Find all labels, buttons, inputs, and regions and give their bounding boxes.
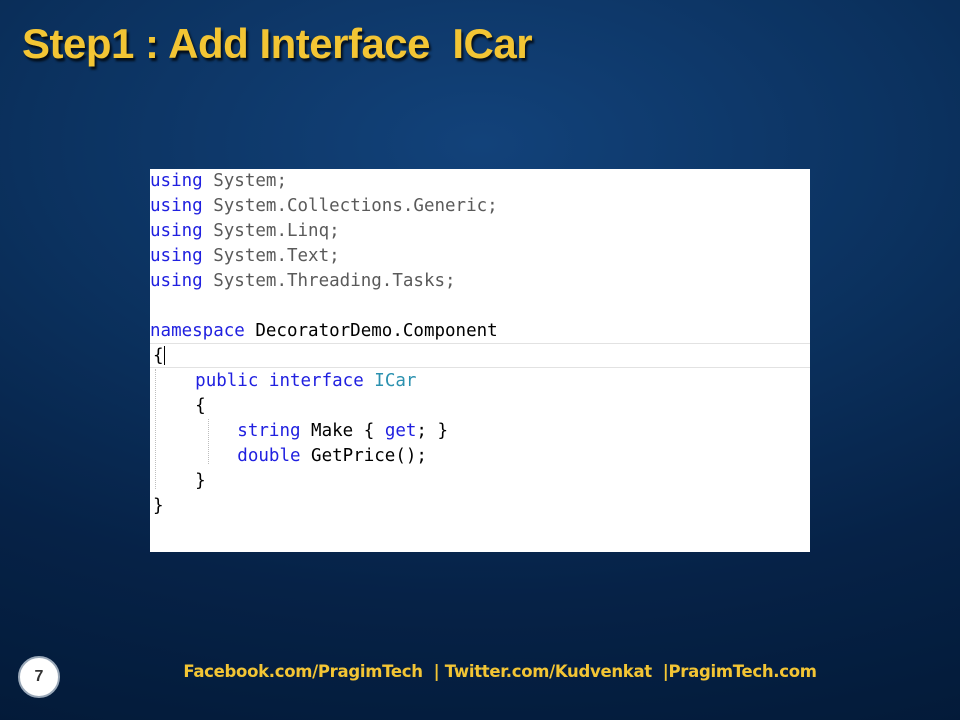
code-line-using-tasks: using System.Threading.Tasks; xyxy=(150,269,456,294)
code-line-getprice-method: double GetPrice(); xyxy=(153,444,427,469)
keyword-string: string xyxy=(237,421,301,441)
interface-name: ICar xyxy=(374,371,417,391)
code-line-using-linq: using System.Linq; xyxy=(150,219,340,244)
namespace-ref: System.Threading.Tasks; xyxy=(202,271,456,291)
property-make: Make { xyxy=(300,421,385,441)
keyword-get: get xyxy=(384,421,417,441)
code-line-close-brace: } xyxy=(153,494,164,519)
namespace-ref: System.Linq; xyxy=(202,221,340,241)
keyword-public: public xyxy=(195,371,259,391)
code-line-make-property: string Make { get; } xyxy=(153,419,448,444)
keyword-using: using xyxy=(150,196,203,216)
code-line-inner-close-brace: } xyxy=(153,469,206,494)
code-line-open-brace: { xyxy=(153,344,164,369)
footer-links: Facebook.com/PragimTech | Twitter.com/Ku… xyxy=(183,662,817,681)
keyword-using: using xyxy=(150,221,203,241)
keyword-namespace: namespace xyxy=(150,321,245,341)
code-line-inner-open-brace: { xyxy=(153,394,206,419)
text-caret xyxy=(164,346,165,365)
namespace-name: DecoratorDemo.Component xyxy=(244,321,498,341)
keyword-using: using xyxy=(150,271,203,291)
keyword-using: using xyxy=(150,246,203,266)
brace: { xyxy=(153,346,164,366)
keyword-interface: interface xyxy=(258,371,375,391)
brace: { xyxy=(153,396,206,416)
brace: } xyxy=(153,471,206,491)
current-line-highlight xyxy=(150,343,810,368)
code-line-using-collections: using System.Collections.Generic; xyxy=(150,194,498,219)
namespace-ref: System.Collections.Generic; xyxy=(202,196,498,216)
slide-title: Step1 : Add Interface ICar xyxy=(22,20,533,67)
code-line-using-text: using System.Text; xyxy=(150,244,340,269)
method-getprice: GetPrice(); xyxy=(300,446,427,466)
brace: } xyxy=(153,496,164,516)
code-editor-screenshot: using System; using System.Collections.G… xyxy=(150,169,810,552)
code-line-namespace: namespace DecoratorDemo.Component xyxy=(150,319,498,344)
code-line-interface-decl: public interface ICar xyxy=(153,369,416,394)
keyword-double: double xyxy=(237,446,301,466)
property-suffix: ; } xyxy=(416,421,449,441)
namespace-ref: System; xyxy=(202,171,287,191)
keyword-using: using xyxy=(150,171,203,191)
namespace-ref: System.Text; xyxy=(202,246,340,266)
code-line-using-system: using System; xyxy=(150,169,287,194)
